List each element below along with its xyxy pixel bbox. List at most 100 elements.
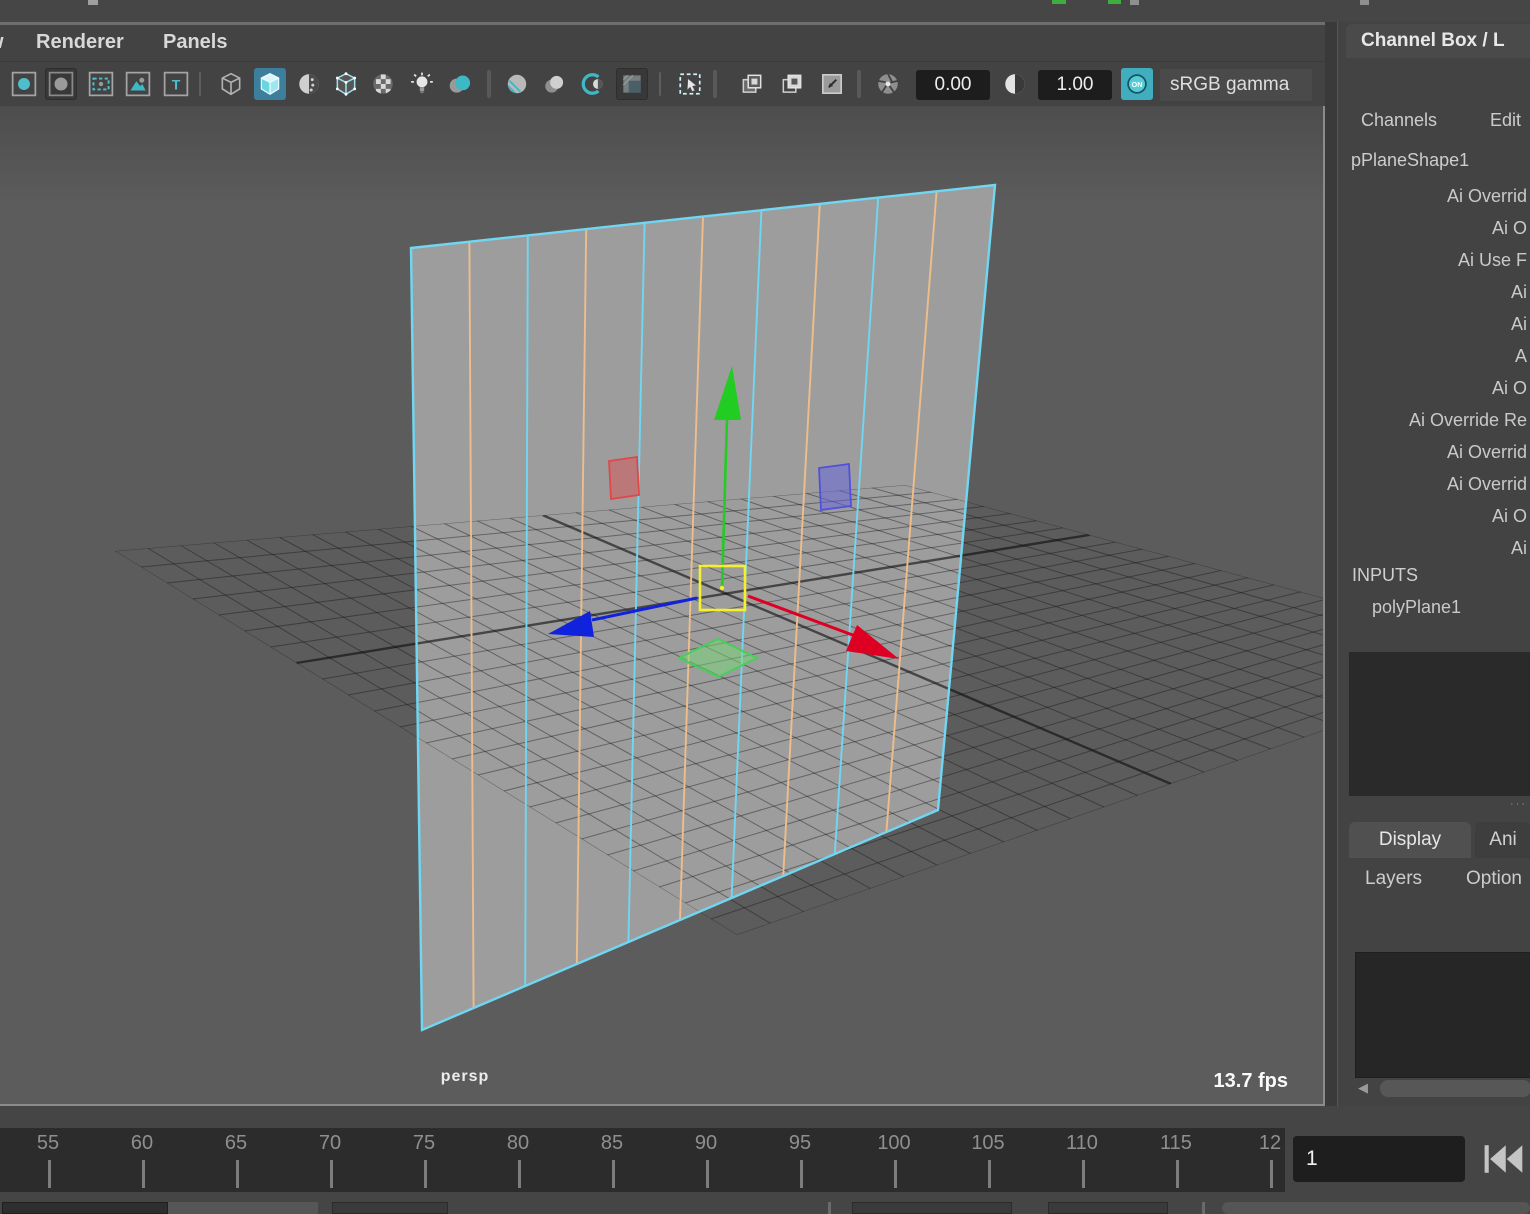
- exposure-icon[interactable]: [872, 68, 904, 100]
- timeline-tick: [1176, 1160, 1179, 1188]
- timeline-track[interactable]: 55 60 65 70 75 80 85 90 95 100 105 110 115 12: [0, 1128, 1285, 1192]
- timeline-tick: [518, 1160, 521, 1188]
- timeline-tick: [1082, 1160, 1085, 1188]
- menu-item-renderer[interactable]: Renderer: [36, 31, 124, 54]
- cropped-icon-fragment: [1130, 0, 1139, 5]
- timeline-frame-label: 65: [224, 1132, 248, 1154]
- channels-menu[interactable]: Channels: [1361, 110, 1437, 131]
- timeline-tick: [706, 1160, 709, 1188]
- range-slider-row: [0, 1196, 1530, 1214]
- maya-window: w Renderer Panels T: [0, 0, 1530, 1214]
- range-field[interactable]: [1048, 1202, 1168, 1214]
- toolbar-divider: [713, 70, 717, 98]
- timeline-frame-label: 75: [412, 1132, 436, 1154]
- background-icon[interactable]: [616, 68, 648, 100]
- edit-menu[interactable]: Edit: [1490, 110, 1521, 131]
- wireframe-icon[interactable]: [215, 68, 247, 100]
- duplicate-view-alt-icon[interactable]: [776, 68, 808, 100]
- snapshot-icon[interactable]: [816, 68, 848, 100]
- duplicate-view-icon[interactable]: [736, 68, 768, 100]
- timeline-frame-label: 115: [1160, 1132, 1192, 1154]
- timeline-frame-label: 70: [318, 1132, 342, 1154]
- channel-attribute[interactable]: Ai O: [1338, 212, 1529, 244]
- channel-attribute[interactable]: A: [1338, 340, 1529, 372]
- smooth-shade-all-icon[interactable]: [254, 68, 286, 100]
- layers-menu[interactable]: Layers: [1365, 868, 1422, 890]
- channel-attribute[interactable]: Ai: [1338, 532, 1529, 564]
- channel-attribute[interactable]: Ai Overrid: [1338, 180, 1529, 212]
- wireframe-on-shaded-icon[interactable]: [293, 68, 325, 100]
- field-chart-icon[interactable]: T: [160, 68, 192, 100]
- blue-face-highlight[interactable]: [818, 462, 852, 512]
- ambient-occlusion-icon[interactable]: [501, 68, 533, 100]
- fps-counter: 13.7 fps: [1213, 1070, 1288, 1092]
- use-default-material-icon[interactable]: [367, 68, 399, 100]
- attribute-list: Ai Overrid Ai O Ai Use F Ai Ai A Ai O Ai Overri…: [1338, 180, 1529, 564]
- color-management-on-icon[interactable]: ON: [1121, 68, 1153, 100]
- select-camera-icon[interactable]: [8, 68, 40, 100]
- channel-attribute[interactable]: Ai Use F: [1338, 244, 1529, 276]
- channel-values-area[interactable]: [1349, 652, 1530, 796]
- svg-text:T: T: [172, 76, 181, 92]
- lock-camera-icon[interactable]: [45, 68, 77, 100]
- timeline-frame-label: 100: [877, 1132, 911, 1154]
- isolate-select-icon[interactable]: [674, 68, 706, 100]
- top-strip: [0, 0, 1530, 22]
- channel-attribute[interactable]: Ai Overrid: [1338, 436, 1529, 468]
- gamma-field[interactable]: 1.00: [1038, 70, 1112, 100]
- timeline-tick: [236, 1160, 239, 1188]
- channel-attribute[interactable]: Ai Override Re: [1338, 404, 1529, 436]
- timeline-tick: [800, 1160, 803, 1188]
- lookdev-icon[interactable]: [577, 68, 609, 100]
- textured-icon[interactable]: [330, 68, 362, 100]
- horizontal-scrollbar[interactable]: [1380, 1080, 1530, 1097]
- timeline-tick: [894, 1160, 897, 1188]
- image-plane-icon[interactable]: [122, 68, 154, 100]
- viewport-persp[interactable]: persp 13.7 fps: [0, 106, 1325, 1106]
- viewport-toolbar: T 0.00 1.00 ON sRGB gamma: [0, 61, 1325, 106]
- timeline-frame-label: 55: [36, 1132, 60, 1154]
- layer-list-area[interactable]: [1355, 952, 1530, 1078]
- channel-attribute[interactable]: Ai O: [1338, 500, 1529, 532]
- timeline-tick: [1270, 1160, 1273, 1188]
- current-frame-field[interactable]: 1: [1293, 1136, 1465, 1182]
- timeline-frame-label: 90: [694, 1132, 718, 1154]
- manipulator-pivot-dot: [719, 585, 725, 591]
- menu-item-panels[interactable]: Panels: [163, 31, 227, 54]
- object-name[interactable]: pPlaneShape1: [1351, 150, 1469, 171]
- contrast-icon[interactable]: [999, 68, 1031, 100]
- tab-anim[interactable]: Ani: [1475, 822, 1530, 858]
- resolution-gate-icon[interactable]: [85, 68, 117, 100]
- scene-canvas[interactable]: [0, 106, 1325, 1106]
- channel-attribute[interactable]: Ai: [1338, 308, 1529, 340]
- timeline-frame-label: 105: [971, 1132, 1005, 1154]
- view-transform-dropdown[interactable]: sRGB gamma: [1160, 69, 1312, 101]
- playback-range-used[interactable]: [2, 1202, 168, 1214]
- tab-display[interactable]: Display: [1349, 822, 1471, 858]
- shadows-icon[interactable]: [444, 68, 476, 100]
- options-menu[interactable]: Option: [1466, 868, 1522, 890]
- red-face-highlight[interactable]: [608, 455, 640, 501]
- time-slider: 55 60 65 70 75 80 85 90 95 100 105 110 115 12 1: [0, 1126, 1530, 1196]
- channel-attribute[interactable]: Ai Overrid: [1338, 468, 1529, 500]
- toolbar-divider: [199, 72, 201, 96]
- resize-grip-icon[interactable]: ···: [1510, 798, 1527, 810]
- menu-item-partial[interactable]: w: [0, 31, 6, 54]
- range-field[interactable]: [332, 1202, 448, 1214]
- scroll-left-icon[interactable]: ◀: [1358, 1080, 1368, 1096]
- lighting-icon[interactable]: [406, 68, 438, 100]
- channel-attribute[interactable]: Ai: [1338, 276, 1529, 308]
- on-label: ON: [1131, 80, 1142, 89]
- range-field[interactable]: [852, 1202, 1012, 1214]
- motion-blur-icon[interactable]: [539, 68, 571, 100]
- cropped-icon-fragment: [1052, 0, 1066, 4]
- timeline-tick: [424, 1160, 427, 1188]
- panel-splitter[interactable]: [1325, 22, 1337, 1106]
- panel-title: Channel Box / L: [1361, 30, 1505, 51]
- input-node[interactable]: polyPlane1: [1372, 597, 1461, 618]
- exposure-field[interactable]: 0.00: [916, 70, 990, 100]
- go-to-start-button[interactable]: [1480, 1138, 1526, 1180]
- range-slider-handle[interactable]: [1222, 1202, 1530, 1214]
- channel-attribute[interactable]: Ai O: [1338, 372, 1529, 404]
- timeline-frame-label: 85: [600, 1132, 624, 1154]
